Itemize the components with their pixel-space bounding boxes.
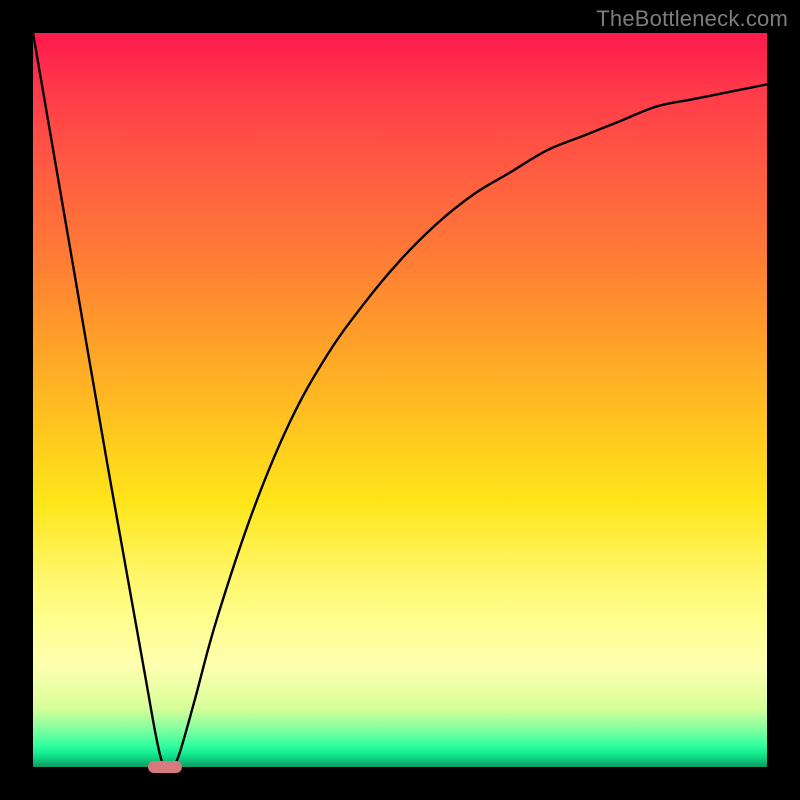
curve-path <box>33 33 767 767</box>
optimal-marker <box>148 761 182 773</box>
chart-frame: TheBottleneck.com <box>0 0 800 800</box>
bottleneck-curve <box>33 33 767 767</box>
plot-area <box>33 33 767 767</box>
watermark-text: TheBottleneck.com <box>596 6 788 32</box>
